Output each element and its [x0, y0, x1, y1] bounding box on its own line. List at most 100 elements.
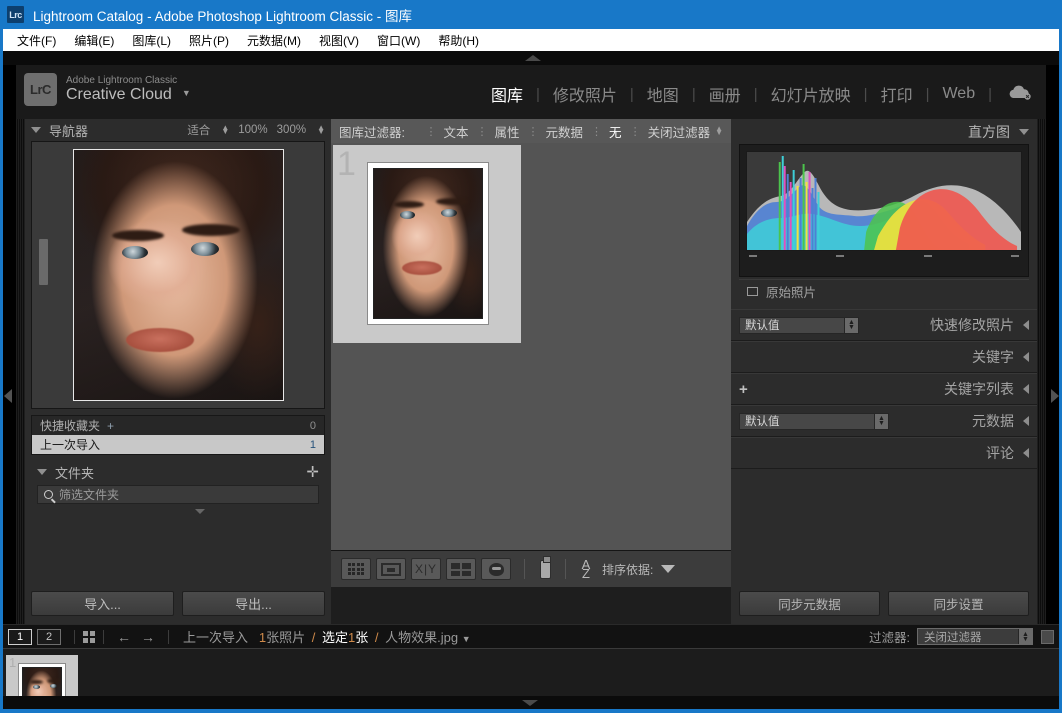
grid-view-icon[interactable] [341, 558, 371, 580]
collection-quick-collection[interactable]: 快捷收藏夹 + 0 [32, 416, 324, 435]
folders-header[interactable]: 文件夹 ✛ [31, 459, 325, 485]
menu-help[interactable]: 帮助(H) [429, 30, 488, 51]
section-metadata[interactable]: 默认值 ▲▼ 元数据 [731, 405, 1037, 437]
chevron-up-icon[interactable] [525, 55, 541, 61]
breadcrumb[interactable]: 上一次导入 1张照片 / 选定1张 / 人物效果.jpg ▼ [183, 627, 471, 646]
disclosure-triangle-icon[interactable] [31, 127, 41, 133]
section-comments[interactable]: 评论 [731, 437, 1037, 469]
sort-az-icon[interactable]: AZ [574, 557, 598, 581]
stepper-icon[interactable]: ▲▼ [844, 318, 858, 333]
people-view-icon[interactable] [481, 558, 511, 580]
sort-by-dropdown-icon[interactable] [661, 565, 675, 573]
lightroom-window: Lrc Lightroom Catalog - Adobe Photoshop … [0, 0, 1062, 713]
left-panel-scrollbar[interactable] [39, 239, 48, 285]
plus-icon[interactable]: + [107, 419, 114, 433]
survey-view-icon[interactable] [446, 558, 476, 580]
menu-photo[interactable]: 照片(P) [180, 30, 238, 51]
metadata-preset-select[interactable]: 默认值 ▲▼ [739, 413, 889, 430]
collection-previous-import[interactable]: 上一次导入 1 [32, 435, 324, 454]
filter-attribute[interactable]: 属性 [492, 122, 523, 141]
export-button[interactable]: 导出... [182, 591, 325, 616]
histogram-chart[interactable] [746, 151, 1022, 251]
breadcrumb-source[interactable]: 上一次导入 [183, 630, 248, 645]
module-develop[interactable]: 修改照片 [540, 82, 630, 106]
menu-edit[interactable]: 编辑(E) [65, 30, 123, 51]
zoom-fit-stepper-icon[interactable]: ▲▼ [221, 126, 229, 134]
module-book[interactable]: 画册 [696, 82, 754, 106]
cloud-off-icon[interactable] [1006, 84, 1032, 105]
module-library[interactable]: 图库 [478, 82, 536, 106]
zoom-100-label[interactable]: 100% [238, 124, 267, 136]
menu-window[interactable]: 窗口(W) [368, 30, 429, 51]
navigator-header[interactable]: 导航器 适合 ▲▼ 100% 300% ▲▼ [25, 119, 331, 141]
filmstrip-filter-select[interactable]: 关闭过滤器 ▲▼ [917, 628, 1033, 645]
original-photo-row[interactable]: 原始照片 [739, 279, 1029, 303]
top-panel-toggle-strip[interactable] [0, 51, 1062, 65]
right-panel-grip[interactable] [1037, 119, 1046, 624]
filter-preset-close[interactable]: 关闭过滤器 [645, 122, 714, 141]
quick-develop-preset-select[interactable]: 默认值 ▲▼ [739, 317, 859, 334]
filter-metadata[interactable]: 元数据 [543, 122, 587, 141]
photo-thumbnail[interactable] [373, 168, 483, 319]
module-print[interactable]: 打印 [868, 82, 926, 106]
zoom-level-stepper-icon[interactable]: ▲▼ [317, 126, 325, 134]
chevron-right-icon[interactable] [1051, 389, 1059, 403]
disclosure-triangle-icon[interactable] [1023, 448, 1029, 458]
identity-plate[interactable]: LrC Adobe Lightroom Classic Creative Clo… [24, 73, 191, 106]
section-keyword-list[interactable]: + 关键字列表 [731, 373, 1037, 405]
menu-file[interactable]: 文件(F) [8, 30, 65, 51]
toolbar-divider [168, 630, 169, 644]
module-picker: 图库 | 修改照片 | 地图 | 画册 | 幻灯片放映 | 打印 | Web | [478, 82, 1036, 106]
module-map[interactable]: 地图 [634, 82, 692, 106]
import-button[interactable]: 导入... [31, 591, 174, 616]
histogram-tick [924, 255, 932, 257]
disclosure-triangle-icon[interactable] [1019, 129, 1029, 135]
breadcrumb-dropdown-icon[interactable]: ▼ [462, 634, 471, 644]
add-folder-icon[interactable]: ✛ [306, 463, 319, 481]
chevron-left-icon[interactable] [4, 389, 12, 403]
stepper-icon[interactable]: ▲▼ [1018, 629, 1032, 644]
histogram-header[interactable]: 直方图 [731, 119, 1037, 144]
disclosure-triangle-icon[interactable] [1023, 384, 1029, 394]
menu-metadata[interactable]: 元数据(M) [238, 30, 310, 51]
spray-can-icon[interactable] [533, 557, 557, 581]
stepper-icon[interactable]: ▲▼ [874, 414, 888, 429]
grid-cell[interactable]: 1 [333, 145, 521, 343]
add-keyword-icon[interactable]: + [739, 381, 748, 398]
disclosure-triangle-icon[interactable] [1023, 320, 1029, 330]
folder-filter-input[interactable]: 筛选文件夹 [37, 485, 319, 504]
module-slideshow[interactable]: 幻灯片放映 [758, 82, 864, 106]
zoom-300-label[interactable]: 300% [277, 124, 306, 136]
filmstrip-filter-toggle[interactable] [1041, 630, 1054, 644]
menu-library[interactable]: 图库(L) [123, 30, 180, 51]
disclosure-triangle-icon[interactable] [1023, 416, 1029, 426]
sync-settings-button[interactable]: 同步设置 [888, 591, 1029, 616]
back-arrow-icon[interactable]: ← [117, 629, 131, 645]
chevron-down-icon[interactable]: ▼ [182, 88, 191, 98]
filter-none[interactable]: 无 [606, 122, 625, 141]
checkbox-icon[interactable] [747, 287, 758, 296]
zoom-fit-label[interactable]: 适合 [187, 122, 210, 138]
forward-arrow-icon[interactable]: → [141, 629, 155, 645]
grid-view[interactable]: 1 [331, 143, 731, 587]
disclosure-triangle-icon[interactable] [37, 469, 47, 475]
section-quick-develop[interactable]: 默认值 ▲▼ 快速修改照片 [731, 309, 1037, 341]
section-keywording[interactable]: 关键字 [731, 341, 1037, 373]
navigator-preview[interactable] [31, 141, 325, 409]
screen-1-button[interactable]: 1 [8, 629, 32, 645]
module-web[interactable]: Web [929, 85, 988, 103]
left-panel-grip[interactable] [16, 119, 25, 624]
panel-resize-handle-icon[interactable] [195, 509, 205, 514]
menu-view[interactable]: 视图(V) [310, 30, 368, 51]
screen-2-button[interactable]: 2 [37, 629, 61, 645]
loupe-view-icon[interactable] [376, 558, 406, 580]
window-border-left [0, 0, 3, 713]
compare-view-icon[interactable]: X|Y [411, 558, 441, 580]
filter-text[interactable]: 文本 [441, 122, 472, 141]
filter-preset-stepper-icon[interactable]: ▲▼ [715, 127, 723, 135]
right-panel-buttons: 同步元数据 同步设置 [739, 591, 1029, 616]
disclosure-triangle-icon[interactable] [1023, 352, 1029, 362]
chevron-down-icon[interactable] [522, 700, 538, 706]
sync-metadata-button[interactable]: 同步元数据 [739, 591, 880, 616]
grid-icon[interactable] [83, 631, 95, 643]
